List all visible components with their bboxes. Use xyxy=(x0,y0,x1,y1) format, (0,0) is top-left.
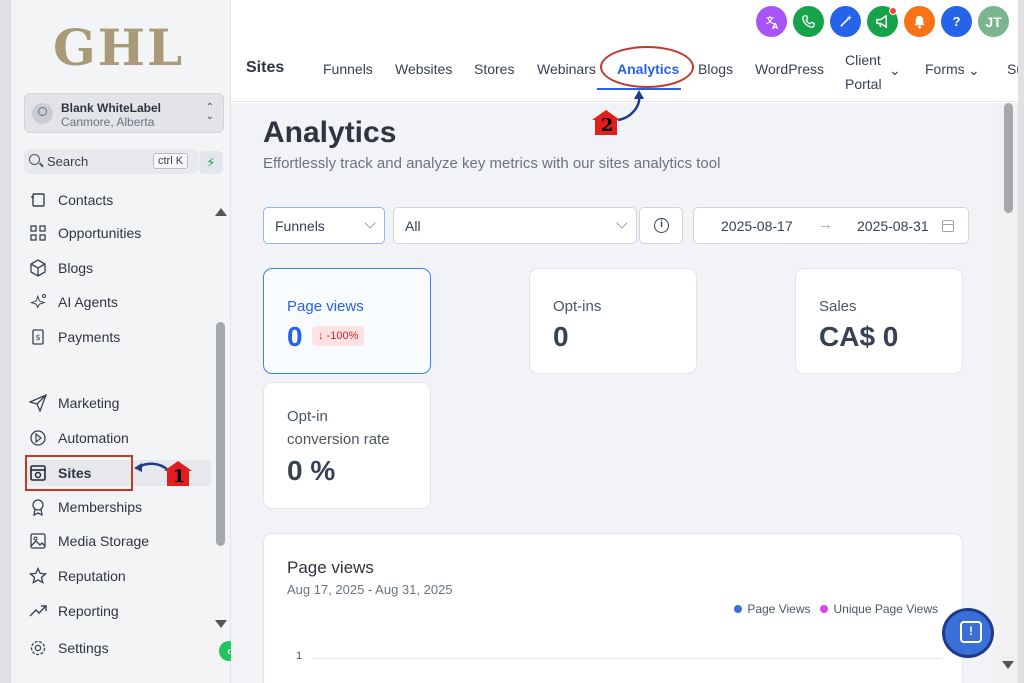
app-window: GHL Blank WhiteLabel Canmore, Alberta ⌃ ⌄… xyxy=(10,0,1018,683)
annotation-arrowhead-1 xyxy=(134,463,142,472)
marker-number: 2 xyxy=(600,115,614,136)
annotation-marker-2: 2 xyxy=(592,110,622,138)
marker-number: 1 xyxy=(172,466,186,487)
annotation-arrows xyxy=(134,90,644,472)
annotation-marker-1: 1 xyxy=(164,461,194,489)
annotation-arrowhead-2 xyxy=(634,90,644,99)
